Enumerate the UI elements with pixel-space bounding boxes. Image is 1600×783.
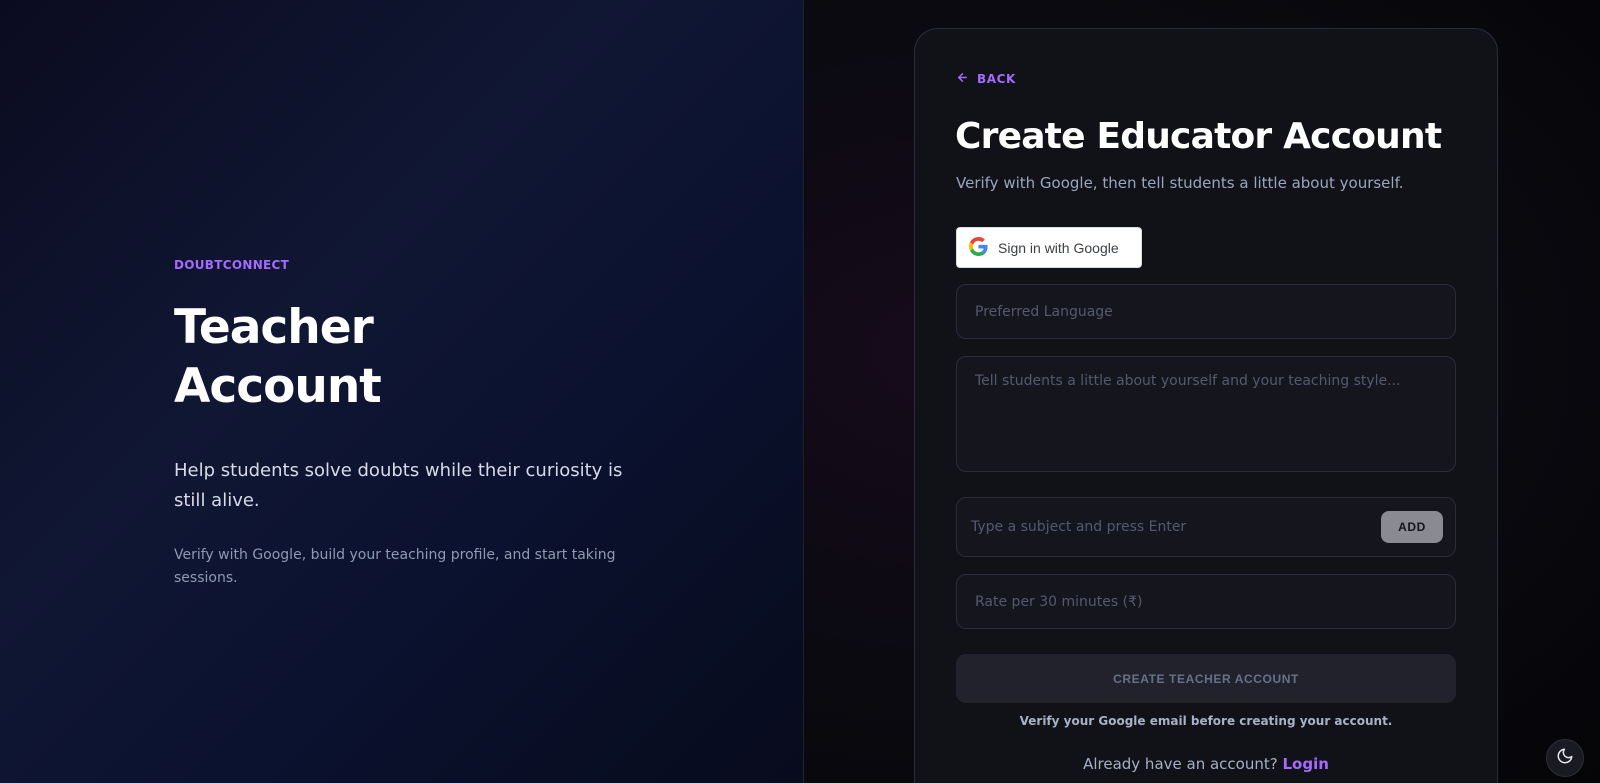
subject-input[interactable] [971, 498, 1371, 556]
back-link[interactable]: BACK [956, 71, 1016, 87]
teacher-signup-page: DOUBTCONNECT Teacher Account Help studen… [0, 0, 1600, 783]
hero-title: Teacher Account [174, 300, 382, 414]
google-icon [969, 236, 988, 259]
theme-toggle-button[interactable] [1546, 739, 1584, 777]
back-label: BACK [977, 72, 1016, 86]
brand-label: DOUBTCONNECT [174, 258, 290, 272]
form-subtitle: Verify with Google, then tell students a… [956, 174, 1404, 192]
add-subject-button[interactable]: ADD [1381, 511, 1443, 543]
moon-icon [1556, 747, 1574, 769]
create-teacher-account-button[interactable]: CREATE TEACHER ACCOUNT [956, 654, 1456, 703]
bio-textarea[interactable] [956, 356, 1456, 472]
google-signin-button[interactable]: Sign in with Google [956, 227, 1142, 268]
login-row: Already have an account? Login [956, 755, 1456, 773]
preferred-language-input[interactable] [956, 284, 1456, 339]
hero-lead: Help students solve doubts while their c… [174, 460, 623, 511]
hero-content: DOUBTCONNECT Teacher Account Help studen… [174, 258, 644, 590]
login-prompt: Already have an account? [1083, 755, 1278, 773]
subject-field: ADD [956, 497, 1456, 557]
form-title: Create Educator Account [955, 116, 1442, 157]
google-button-label: Sign in with Google [998, 239, 1119, 256]
hero-panel: DOUBTCONNECT Teacher Account Help studen… [0, 0, 804, 783]
rate-input[interactable] [956, 574, 1456, 629]
arrow-left-icon [956, 71, 969, 87]
login-link[interactable]: Login [1282, 755, 1328, 773]
hero-subtext: Verify with Google, build your teaching … [174, 547, 616, 586]
verify-note: Verify your Google email before creating… [1019, 714, 1393, 728]
